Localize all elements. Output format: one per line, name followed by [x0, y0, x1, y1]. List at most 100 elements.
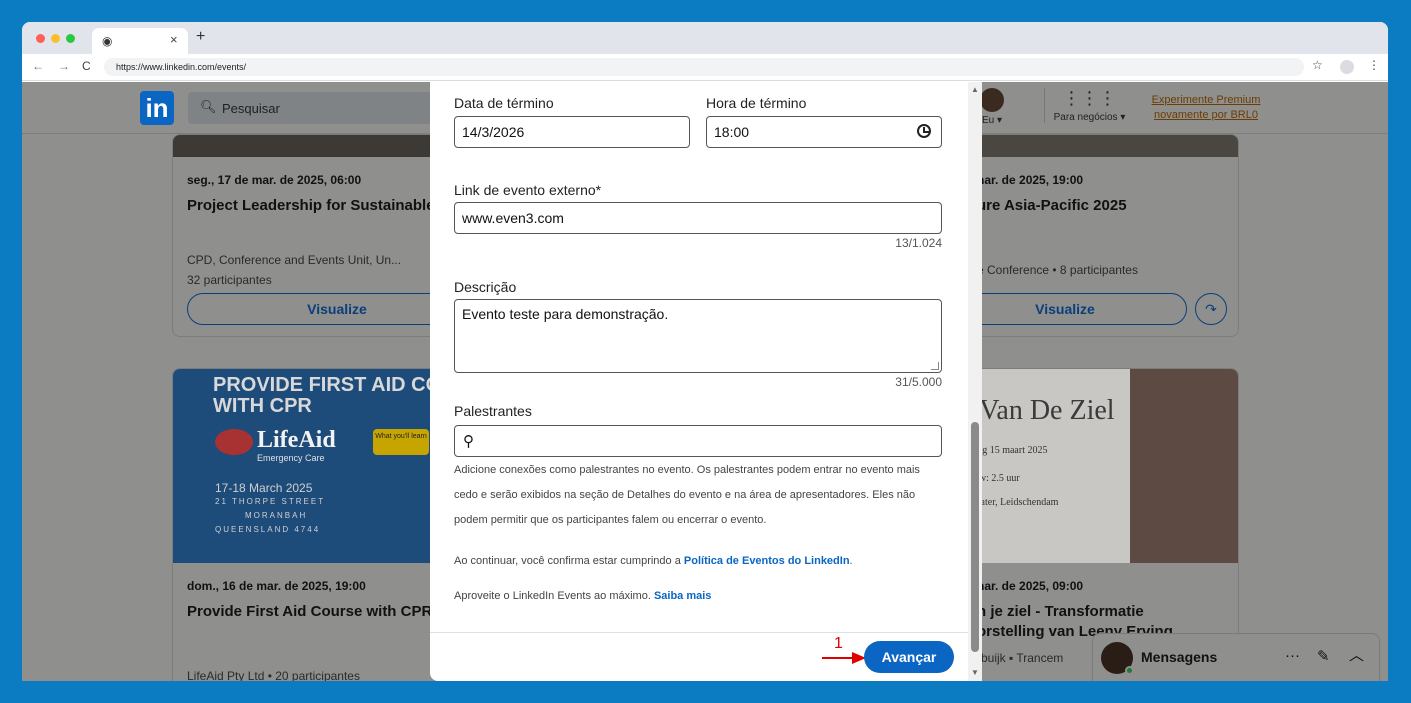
resize-handle-icon[interactable] — [931, 362, 939, 370]
event-image: l Van De Ziel erdag 15 maart 2025 00 sho… — [963, 369, 1238, 563]
scroll-down-icon[interactable]: ▼ — [971, 668, 979, 677]
policy-period: . — [849, 555, 853, 567]
premium-link[interactable]: Experimente Premium novamente por BRL0 — [1146, 93, 1266, 123]
premium-line-2: novamente por BRL0 — [1154, 109, 1258, 121]
forward-icon[interactable]: → — [58, 59, 70, 73]
promo-title-line: WITH CPR — [213, 395, 312, 417]
learn-more-notice: Aproveite o LinkedIn Events ao máximo. S… — [454, 590, 711, 602]
messaging-dock[interactable]: Mensagens ··· ✎ ︿ — [1092, 633, 1380, 681]
tab-close-icon[interactable]: × — [170, 32, 178, 47]
end-date-label: Data de término — [454, 95, 554, 111]
browser-window: ◉ × + ← → C https://www.linkedin.com/eve… — [22, 22, 1388, 681]
search-input[interactable]: Pesquisar — [222, 101, 280, 116]
promo-tag: What you'll learn — [373, 429, 429, 455]
chrome-icon: ◉ — [102, 34, 113, 48]
event-title[interactable]: n je ziel - Transformatie — [977, 603, 1144, 620]
promo-subtitle: Emergency Care — [257, 453, 325, 463]
description-textarea[interactable]: Evento teste para demonstração. — [454, 299, 942, 373]
compose-icon[interactable]: ✎ — [1317, 647, 1330, 665]
event-image — [963, 135, 1238, 157]
create-event-modal: Data de término 14/3/2026 Hora de términ… — [430, 82, 982, 681]
modal-content[interactable]: Data de término 14/3/2026 Hora de términ… — [430, 82, 968, 632]
event-image — [173, 135, 471, 157]
event-date: nar. de 2025, 09:00 — [977, 579, 1084, 593]
online-status-icon — [1125, 666, 1134, 675]
end-time-value: 18:00 — [714, 124, 750, 140]
avatar — [980, 88, 1004, 112]
event-organizer: rbuijk ▪ Trancem — [977, 651, 1064, 665]
description-value: Evento teste para demonstração. — [462, 306, 669, 322]
reload-icon[interactable]: C — [82, 59, 91, 73]
promo-title-line: PROVIDE FIRST AID CO — [213, 374, 442, 396]
speaker-photo — [1130, 369, 1238, 563]
url-input[interactable]: https://www.linkedin.com/events/ — [104, 58, 1304, 76]
end-time-label: Hora de término — [706, 95, 807, 111]
promo-address: QUEENSLAND 4744 — [215, 525, 321, 534]
me-menu[interactable]: Eu ▾ — [980, 88, 1004, 126]
event-card[interactable]: nar. de 2025, 19:00 ure Asia-Pacific 202… — [962, 134, 1239, 337]
bookmark-star-icon[interactable]: ☆ — [1312, 58, 1323, 72]
events-policy-link[interactable]: Política de Eventos do LinkedIn — [684, 555, 850, 567]
external-link-input[interactable]: www.even3.com — [454, 202, 942, 234]
linkedin-page: in 🔍︎ Pesquisar Eu ▾ ⋮⋮⋮ Para negócios ▾… — [22, 82, 1388, 681]
end-time-input[interactable]: 18:00 — [706, 116, 942, 148]
clock-icon[interactable] — [917, 124, 931, 138]
event-title[interactable]: Provide First Aid Course with CPR — [187, 603, 432, 620]
promo-address: 21 THORPE STREET — [215, 497, 326, 506]
modal-footer: 1 Avançar — [430, 632, 968, 681]
event-organizer: CPD, Conference and Events Unit, Un... — [187, 253, 402, 267]
external-link-label: Link de evento externo* — [454, 182, 602, 198]
search-icon: ⚲ — [463, 433, 474, 450]
scroll-up-icon[interactable]: ▲ — [971, 85, 979, 94]
policy-text: Ao continuar, você confirma estar cumpri… — [454, 555, 684, 567]
search-icon: 🔍︎ — [200, 99, 217, 114]
new-tab-button[interactable]: + — [196, 28, 205, 46]
close-window-icon[interactable] — [36, 34, 45, 43]
step-annotation-number: 1 — [834, 635, 843, 652]
chevron-up-icon[interactable]: ︿ — [1349, 644, 1364, 665]
learn-more-text: Aproveite o LinkedIn Events ao máximo. — [454, 590, 654, 602]
event-date: nar. de 2025, 19:00 — [977, 173, 1084, 187]
visualize-button[interactable]: Visualize — [963, 293, 1187, 325]
heartbeat-logo-icon — [215, 429, 253, 455]
event-participants: 32 participantes — [187, 273, 272, 287]
promo-date: 17-18 March 2025 — [215, 481, 313, 495]
minimize-window-icon[interactable] — [51, 34, 60, 43]
promo-details: 17-18 March 2025 21 THORPE STREET MORANB… — [215, 481, 325, 537]
messaging-title[interactable]: Mensagens — [1141, 649, 1217, 665]
image-title: l Van De Ziel — [965, 395, 1115, 426]
for-business-menu[interactable]: ⋮⋮⋮ Para negócios ▾ — [1044, 88, 1134, 123]
linkedin-logo[interactable]: in — [140, 91, 174, 125]
learn-more-link[interactable]: Saiba mais — [654, 590, 711, 602]
speakers-search-input[interactable]: ⚲ — [454, 425, 942, 457]
profile-icon[interactable] — [1340, 60, 1354, 74]
browser-menu-icon[interactable]: ⋮ — [1368, 58, 1380, 72]
address-bar: ← → C https://www.linkedin.com/events/ ☆… — [22, 54, 1388, 81]
speakers-help-text: Adicione conexões como palestrantes no e… — [454, 464, 920, 526]
search-bar[interactable]: 🔍︎ Pesquisar — [188, 92, 458, 124]
more-options-icon[interactable]: ··· — [1285, 647, 1300, 664]
event-organizer: e Conference • 8 participantes — [977, 263, 1138, 277]
next-button[interactable]: Avançar — [864, 641, 954, 673]
link-char-counter: 13/1.024 — [895, 236, 942, 250]
share-icon[interactable]: ↷ — [1195, 293, 1227, 325]
modal-scrollbar[interactable]: ▲ ▼ — [968, 82, 982, 681]
event-title[interactable]: Project Leadership for Sustainable — [187, 197, 435, 214]
event-date: seg., 17 de mar. de 2025, 06:00 — [187, 173, 362, 187]
event-title[interactable]: ure Asia-Pacific 2025 — [977, 197, 1127, 214]
end-date-input[interactable]: 14/3/2026 — [454, 116, 690, 148]
event-card[interactable]: seg., 17 de mar. de 2025, 06:00 Project … — [172, 134, 472, 337]
apps-grid-icon: ⋮⋮⋮ — [1062, 88, 1117, 108]
browser-tab[interactable]: ◉ × — [92, 28, 188, 54]
promo-address: MORANBAH — [245, 511, 308, 520]
description-char-counter: 31/5.000 — [895, 375, 942, 389]
promo-title: PROVIDE FIRST AID CO WITH CPR — [213, 375, 441, 417]
event-organizer: LifeAid Pty Ltd • 20 participantes — [187, 669, 360, 681]
back-icon[interactable]: ← — [32, 59, 44, 73]
event-card[interactable]: PROVIDE FIRST AID CO WITH CPR LifeAid Em… — [172, 368, 472, 681]
tab-bar: ◉ × + — [22, 22, 1388, 54]
maximize-window-icon[interactable] — [66, 34, 75, 43]
scroll-thumb[interactable] — [971, 422, 979, 652]
me-label: Eu ▾ — [981, 115, 1003, 126]
description-label: Descrição — [454, 279, 517, 295]
